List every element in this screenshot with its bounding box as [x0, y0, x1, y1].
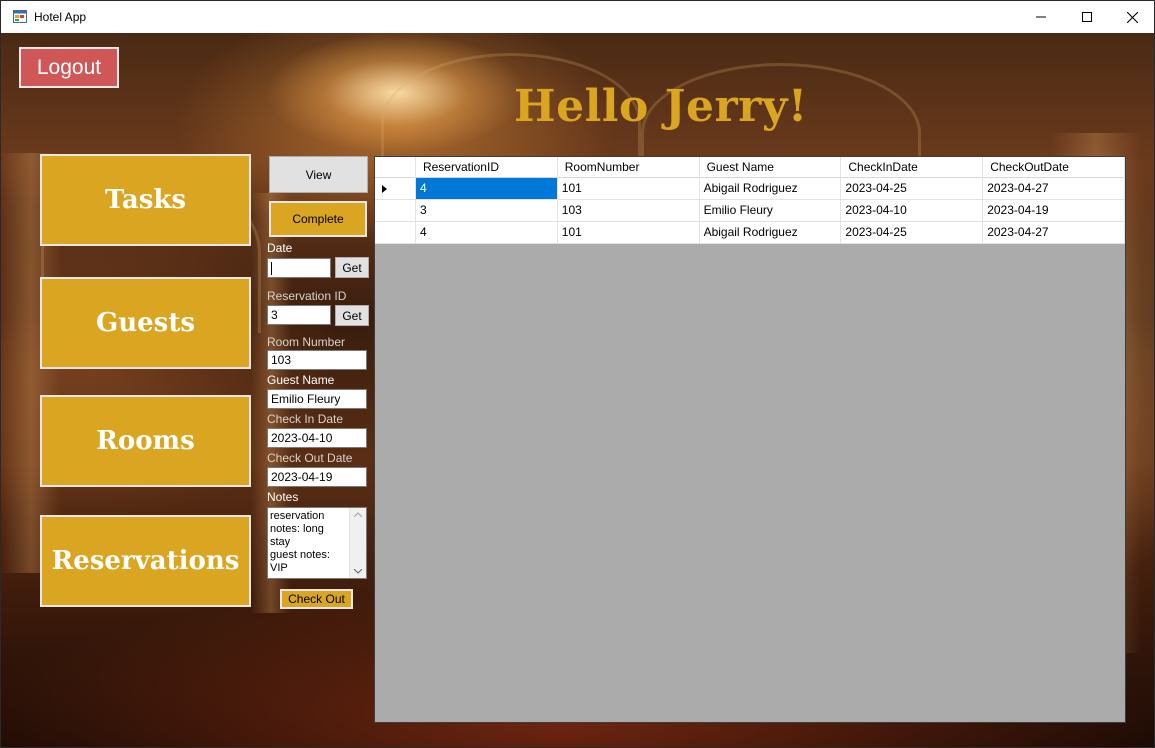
table-cell[interactable]: 2023-04-25 [841, 178, 984, 199]
complete-button[interactable]: Complete [269, 201, 367, 237]
row-header[interactable] [375, 200, 416, 221]
check-out-date-input[interactable]: 2023-04-19 [267, 467, 367, 487]
close-button[interactable] [1109, 1, 1154, 33]
room-number-input[interactable]: 103 [267, 350, 367, 370]
table-cell[interactable]: 101 [558, 178, 700, 199]
column-header-guest-name[interactable]: Guest Name [700, 157, 842, 178]
table-cell[interactable]: 2023-04-10 [841, 200, 984, 221]
notes-line: notes: long [270, 523, 324, 535]
reservation-id-input[interactable]: 3 [267, 305, 331, 325]
guest-name-input[interactable]: Emilio Fleury [267, 389, 367, 409]
minimize-icon [1036, 16, 1046, 18]
column-header-room-number[interactable]: RoomNumber [558, 157, 700, 178]
table-cell[interactable]: Emilio Fleury [700, 200, 842, 221]
nav-guests-button[interactable]: Guests [40, 277, 251, 369]
logout-button[interactable]: Logout [19, 47, 119, 88]
table-cell[interactable]: Abigail Rodriguez [700, 222, 842, 243]
table-cell[interactable]: 3 [416, 200, 558, 221]
scroll-up-icon[interactable] [354, 512, 362, 517]
app-window-icon [13, 10, 27, 23]
get-by-date-button[interactable]: Get [335, 257, 369, 278]
row-header[interactable] [375, 178, 416, 199]
table-cell[interactable]: 103 [558, 200, 700, 221]
check-in-date-label: Check In Date [267, 412, 344, 426]
guest-name-label: Guest Name [267, 373, 335, 387]
column-header-check-in-date[interactable]: CheckInDate [841, 157, 984, 178]
grid-body: 4 101 Abigail Rodriguez 2023-04-25 2023-… [375, 178, 1125, 244]
date-input[interactable] [267, 258, 331, 278]
notes-scrollbar[interactable] [349, 508, 366, 578]
nav-reservations-button[interactable]: Reservations [40, 515, 251, 607]
scroll-down-icon[interactable] [354, 569, 362, 574]
check-out-button[interactable]: Check Out [280, 589, 353, 609]
title-bar: Hotel App [1, 1, 1154, 33]
check-out-date-label: Check Out Date [267, 451, 353, 465]
row-header[interactable] [375, 222, 416, 243]
table-row[interactable]: 4 101 Abigail Rodriguez 2023-04-25 2023-… [375, 222, 1125, 244]
table-cell[interactable]: 4 [416, 222, 558, 243]
notes-line: reservation [270, 510, 325, 522]
minimize-button[interactable] [1018, 1, 1064, 33]
check-in-date-input[interactable]: 2023-04-10 [267, 428, 367, 448]
nav-rooms-button[interactable]: Rooms [40, 395, 251, 487]
date-label: Date [267, 241, 293, 255]
greeting-title: Hello Jerry! [514, 81, 808, 132]
table-cell[interactable]: Abigail Rodriguez [700, 178, 842, 199]
table-cell[interactable]: 2023-04-27 [983, 178, 1125, 199]
table-row[interactable]: 3 103 Emilio Fleury 2023-04-10 2023-04-1… [375, 200, 1125, 222]
notes-line: VIP [270, 562, 288, 574]
notes-line: stay [270, 536, 291, 548]
maximize-icon [1082, 12, 1092, 22]
table-cell[interactable]: 101 [558, 222, 700, 243]
grid-corner-header[interactable] [375, 157, 416, 178]
nav-tasks-button[interactable]: Tasks [40, 154, 251, 246]
view-button[interactable]: View [269, 156, 368, 193]
table-cell[interactable]: 2023-04-27 [983, 222, 1125, 243]
room-number-label: Room Number [267, 335, 346, 349]
notes-label: Notes [267, 490, 299, 504]
reservation-id-label: Reservation ID [267, 289, 347, 303]
app-window: Hotel App Logout Hello Jerry! Tasks Gues… [0, 0, 1155, 748]
table-cell[interactable]: 2023-04-25 [841, 222, 984, 243]
notes-textarea[interactable]: reservation notes: long stay guest notes… [267, 507, 367, 579]
column-header-check-out-date[interactable]: CheckOutDate [983, 157, 1125, 178]
grid-header-row: ReservationID RoomNumber Guest Name Chec… [375, 157, 1125, 178]
notes-line: guest notes: [270, 549, 330, 561]
table-row[interactable]: 4 101 Abigail Rodriguez 2023-04-25 2023-… [375, 178, 1125, 200]
get-by-reservation-id-button[interactable]: Get [335, 305, 369, 326]
table-cell[interactable]: 4 [415, 178, 558, 199]
window-title: Hotel App [34, 10, 87, 24]
column-header-reservation-id[interactable]: ReservationID [416, 157, 558, 178]
maximize-button[interactable] [1064, 1, 1110, 33]
close-icon [1126, 11, 1138, 23]
table-cell[interactable]: 2023-04-19 [983, 200, 1125, 221]
current-row-arrow-icon [382, 185, 387, 193]
reservations-grid[interactable]: ReservationID RoomNumber Guest Name Chec… [374, 156, 1126, 723]
text-caret [271, 262, 272, 276]
